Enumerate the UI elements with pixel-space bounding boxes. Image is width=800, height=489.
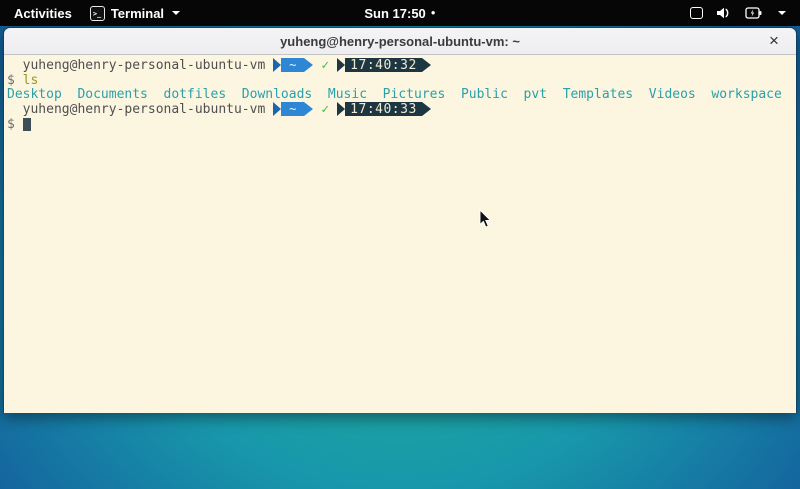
- terminal-window: yuheng@henry-personal-ubuntu-vm: ~ × yuh…: [3, 27, 797, 413]
- chevron-down-icon: [778, 11, 786, 15]
- shell-prompt: $: [7, 117, 23, 132]
- app-menu-terminal[interactable]: >_ Terminal: [90, 6, 180, 21]
- check-icon: ✓: [321, 102, 329, 117]
- check-icon: ✓: [321, 58, 329, 73]
- powerline-arrow-icon: [337, 58, 345, 72]
- prompt-path-segment: ~: [281, 58, 304, 72]
- powerline-arrow-icon: [304, 58, 313, 72]
- powerline-arrow-icon: [273, 58, 281, 72]
- app-menu-label: Terminal: [111, 6, 164, 21]
- powerline-arrow-icon: [422, 102, 431, 116]
- notification-dot-icon: ●: [431, 9, 436, 17]
- prompt-time-segment: 17:40:32: [345, 58, 422, 72]
- gnome-top-bar: Activities >_ Terminal Sun 17:50 ●: [0, 0, 800, 26]
- prompt-hostname: yuheng@henry-personal-ubuntu-vm: [7, 58, 273, 73]
- powerline-arrow-icon: [337, 102, 345, 116]
- window-title: yuheng@henry-personal-ubuntu-vm: ~: [280, 34, 520, 49]
- close-button[interactable]: ×: [762, 29, 786, 53]
- prompt-hostname: yuheng@henry-personal-ubuntu-vm: [7, 102, 273, 117]
- activities-button[interactable]: Activities: [10, 6, 76, 21]
- command-text: ls: [23, 73, 39, 88]
- terminal-content[interactable]: yuheng@henry-personal-ubuntu-vm ~ ✓ 17:4…: [4, 55, 796, 413]
- prompt-line-2: yuheng@henry-personal-ubuntu-vm ~ ✓ 17:4…: [7, 102, 794, 117]
- clock[interactable]: Sun 17:50: [364, 6, 425, 21]
- system-status-area[interactable]: [690, 6, 800, 20]
- ls-output-line: Desktop Documents dotfiles Downloads Mus…: [7, 87, 794, 102]
- screen-icon: [690, 7, 703, 19]
- battery-charging-icon: [745, 6, 763, 20]
- directory-list: Desktop Documents dotfiles Downloads Mus…: [7, 87, 782, 102]
- prompt-path-segment: ~: [281, 102, 304, 116]
- chevron-down-icon: [172, 11, 180, 15]
- command-line: $ ls: [7, 73, 794, 88]
- shell-prompt: $: [7, 73, 23, 88]
- powerline-arrow-icon: [304, 102, 313, 116]
- powerline-arrow-icon: [273, 102, 281, 116]
- prompt-time-segment: 17:40:33: [345, 102, 422, 116]
- powerline-arrow-icon: [422, 58, 431, 72]
- terminal-icon: >_: [90, 6, 105, 21]
- window-titlebar[interactable]: yuheng@henry-personal-ubuntu-vm: ~ ×: [4, 28, 796, 55]
- volume-icon: [716, 6, 732, 20]
- prompt-line-1: yuheng@henry-personal-ubuntu-vm ~ ✓ 17:4…: [7, 58, 794, 73]
- input-line[interactable]: $: [7, 117, 794, 132]
- text-cursor: [23, 118, 31, 131]
